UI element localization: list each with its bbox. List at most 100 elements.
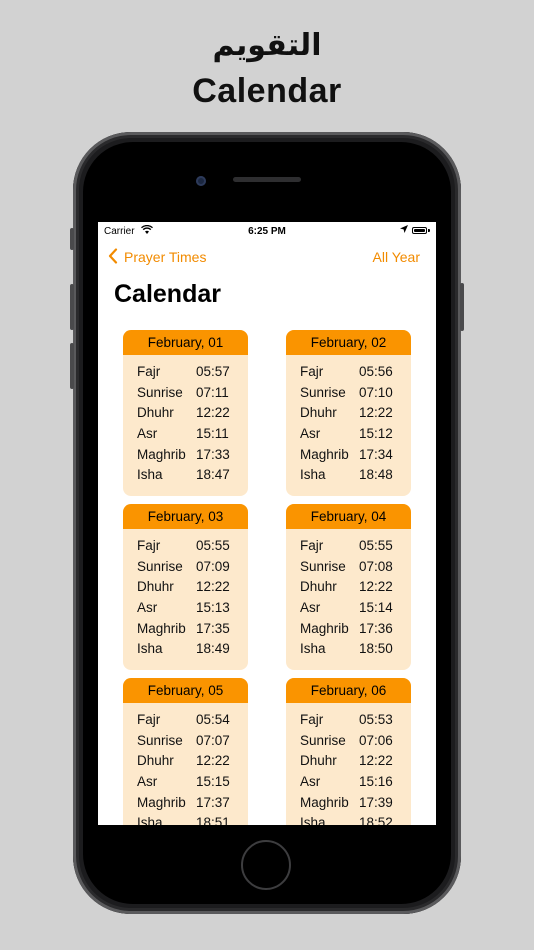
day-card-date: February, 05: [123, 678, 248, 703]
day-card[interactable]: February, 06 Fajr 05:53 Sunrise 07:06 Dhuh…: [286, 678, 411, 825]
prayer-name: Fajr: [137, 363, 161, 379]
prayer-row: Dhuhr 12:22: [286, 750, 411, 771]
prayer-name: Sunrise: [300, 558, 346, 574]
prayer-name: Isha: [300, 467, 326, 483]
day-card-date: February, 02: [286, 330, 411, 355]
prayer-name: Asr: [300, 773, 321, 789]
day-card[interactable]: February, 05 Fajr 05:54 Sunrise 07:07 Dhuh…: [123, 678, 248, 825]
prayer-row: Isha 18:51: [123, 812, 248, 825]
prayer-time: 12:22: [359, 579, 393, 595]
prayer-time: 15:12: [359, 425, 393, 441]
power-button: [460, 283, 464, 331]
prayer-name: Fajr: [300, 711, 324, 727]
prayer-time: 05:55: [196, 537, 230, 553]
location-arrow-icon: [400, 225, 408, 235]
prayer-name: Dhuhr: [137, 405, 174, 421]
prayer-time: 17:34: [359, 446, 393, 462]
prayer-row: Sunrise 07:10: [286, 382, 411, 403]
day-card[interactable]: February, 02 Fajr 05:56 Sunrise 07:10 Dhuh…: [286, 330, 411, 496]
prayer-time: 12:22: [359, 753, 393, 769]
day-card-date: February, 04: [286, 504, 411, 529]
prayer-name: Fajr: [137, 711, 161, 727]
prayer-name: Asr: [137, 425, 158, 441]
prayer-name: Maghrib: [137, 794, 186, 810]
prayer-row: Dhuhr 12:22: [286, 402, 411, 423]
prayer-time: 05:57: [196, 363, 230, 379]
home-button[interactable]: [241, 840, 291, 890]
prayer-name: Dhuhr: [137, 579, 174, 595]
earpiece-speaker: [233, 177, 301, 182]
prayer-name: Isha: [300, 641, 326, 657]
prayer-time: 18:47: [196, 467, 230, 483]
prayer-time: 17:36: [359, 620, 393, 636]
prayer-row: Asr 15:15: [123, 771, 248, 792]
prayer-time: 18:52: [359, 815, 393, 825]
day-card-date: February, 03: [123, 504, 248, 529]
prayer-row: Isha 18:49: [123, 638, 248, 659]
prayer-row: Sunrise 07:09: [123, 556, 248, 577]
prayer-name: Asr: [137, 773, 158, 789]
prayer-row: Asr 15:16: [286, 771, 411, 792]
prayer-time: 05:54: [196, 711, 230, 727]
prayer-time: 15:14: [359, 599, 393, 615]
prayer-name: Isha: [300, 815, 326, 825]
prayer-row: Maghrib 17:39: [286, 792, 411, 813]
prayer-row: Maghrib 17:36: [286, 618, 411, 639]
prayer-time: 18:50: [359, 641, 393, 657]
prayer-row: Sunrise 07:07: [123, 730, 248, 751]
day-card[interactable]: February, 03 Fajr 05:55 Sunrise 07:09 Dhuh…: [123, 504, 248, 670]
day-card-date: February, 01: [123, 330, 248, 355]
prayer-row: Fajr 05:53: [286, 709, 411, 730]
prayer-name: Maghrib: [300, 446, 349, 462]
prayer-time: 07:06: [359, 732, 393, 748]
prayer-name: Dhuhr: [300, 405, 337, 421]
prayer-row: Dhuhr 12:22: [123, 402, 248, 423]
back-button[interactable]: Prayer Times: [108, 248, 206, 265]
page-title: Calendar: [114, 280, 221, 308]
prayer-row: Sunrise 07:11: [123, 382, 248, 403]
prayer-time: 15:15: [196, 773, 230, 789]
prayer-name: Sunrise: [300, 732, 346, 748]
prayer-row: Maghrib 17:37: [123, 792, 248, 813]
prayer-name: Dhuhr: [137, 753, 174, 769]
prayer-row: Maghrib 17:33: [123, 444, 248, 465]
prayer-time: 18:49: [196, 641, 230, 657]
prayer-name: Sunrise: [137, 558, 183, 574]
prayer-row: Asr 15:13: [123, 597, 248, 618]
prayer-time: 17:33: [196, 446, 230, 462]
prayer-time: 15:13: [196, 599, 230, 615]
day-card[interactable]: February, 01 Fajr 05:57 Sunrise 07:11 Dhuh…: [123, 330, 248, 496]
prayer-name: Dhuhr: [300, 753, 337, 769]
prayer-name: Sunrise: [137, 732, 183, 748]
mute-switch: [70, 228, 74, 250]
prayer-row: Dhuhr 12:22: [286, 576, 411, 597]
promo-english-title: Calendar: [192, 72, 342, 110]
prayer-name: Isha: [137, 641, 163, 657]
all-year-button[interactable]: All Year: [373, 249, 420, 265]
prayer-time: 07:10: [359, 384, 393, 400]
day-card[interactable]: February, 04 Fajr 05:55 Sunrise 07:08 Dhuh…: [286, 504, 411, 670]
prayer-name: Isha: [137, 815, 163, 825]
prayer-name: Sunrise: [300, 384, 346, 400]
prayer-name: Maghrib: [137, 620, 186, 636]
prayer-name: Asr: [300, 425, 321, 441]
status-time: 6:25 PM: [248, 226, 286, 237]
prayer-time: 18:48: [359, 467, 393, 483]
prayer-time: 17:35: [196, 620, 230, 636]
prayer-time: 12:22: [359, 405, 393, 421]
prayer-row: Dhuhr 12:22: [123, 576, 248, 597]
prayer-time: 12:22: [196, 579, 230, 595]
chevron-left-icon: [108, 248, 118, 264]
prayer-time: 17:37: [196, 794, 230, 810]
prayer-name: Isha: [137, 467, 163, 483]
prayer-row: Fajr 05:56: [286, 361, 411, 382]
prayer-row: Maghrib 17:35: [123, 618, 248, 639]
prayer-time: 05:56: [359, 363, 393, 379]
prayer-row: Sunrise 07:06: [286, 730, 411, 751]
prayer-time: 18:51: [196, 815, 230, 825]
prayer-row: Isha 18:52: [286, 812, 411, 825]
prayer-time: 07:08: [359, 558, 393, 574]
prayer-name: Fajr: [137, 537, 161, 553]
prayer-row: Fajr 05:57: [123, 361, 248, 382]
prayer-time: 05:53: [359, 711, 393, 727]
